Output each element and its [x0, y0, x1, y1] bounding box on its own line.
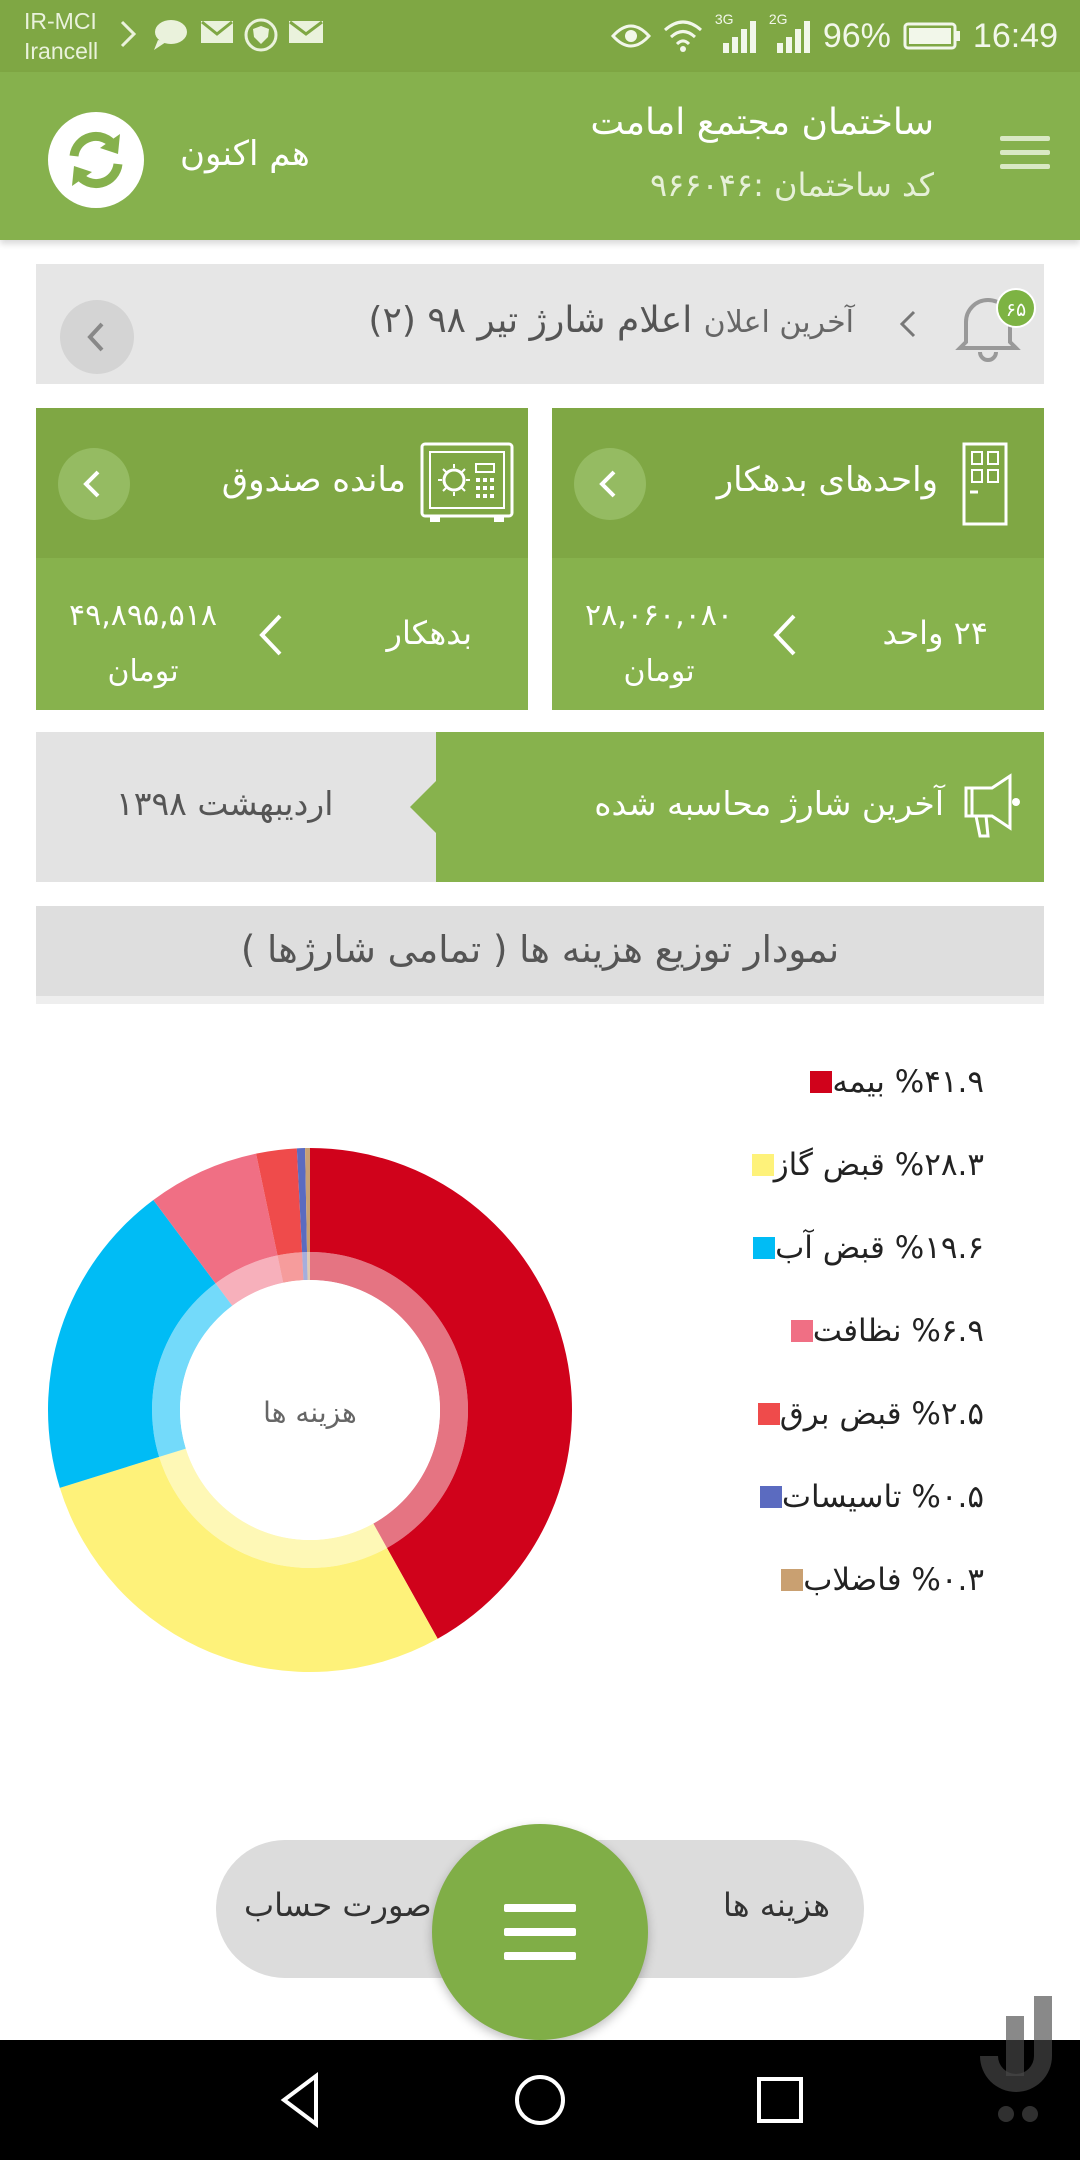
legend-item[interactable]: %۶.۹ نظافت: [664, 1289, 984, 1372]
fund-balance-amount: ۴۹,۸۹۵,۵۱۸ تومان: [58, 588, 228, 700]
legend-item[interactable]: %۰.۵ تاسیسات: [664, 1455, 984, 1538]
notification-badge: ۶۵: [996, 288, 1036, 328]
refresh-icon: [69, 132, 123, 188]
recents-nav-icon[interactable]: [750, 2070, 810, 2130]
fund-balance-amount-value: ۴۹,۸۹۵,۵۱۸: [69, 598, 217, 633]
wifi-icon: [663, 20, 702, 52]
silent-icon: [120, 20, 137, 48]
legend-item[interactable]: %۱۹.۶ قبض آب: [664, 1206, 984, 1289]
legend-item[interactable]: %۲۸.۳ قبض گاز: [664, 1123, 984, 1206]
chart-header: نمودار توزیع هزینه ها ( تمامی شارژها ): [36, 906, 1044, 1004]
shield-icon: [244, 18, 278, 52]
eye-icon: [610, 24, 651, 48]
announcement-bar[interactable]: آخرین اعلان اعلام شارژ تیر ۹۸ (۲) ۶۵: [36, 264, 1044, 384]
announcement-label: آخرین اعلان: [703, 305, 854, 340]
status-right: 3G 2G 96% 16:49: [610, 11, 1058, 60]
battery-icon: [903, 22, 960, 50]
legend-label: %۲۸.۳ قبض گاز: [773, 1146, 984, 1183]
legend-label: %۴۱.۹ بیمه: [832, 1063, 984, 1100]
announcement-title: اعلام شارژ تیر ۹۸ (۲): [368, 300, 693, 341]
legend-item[interactable]: %۲.۵ قبض برق: [664, 1372, 984, 1455]
last-charge-date: اردیبهشت ۱۳۹۸: [116, 784, 334, 823]
carrier-1: IR-MCI: [24, 8, 97, 34]
hamburger-menu-icon[interactable]: [1000, 136, 1050, 176]
sync-label: هم اکنون: [180, 134, 310, 174]
battery-percent: 96%: [822, 16, 891, 55]
fund-balance-card[interactable]: مانده صندوق بدهکار ۴۹,۸۹۵,۵۱۸ تومان: [36, 408, 528, 710]
debtor-units-arrow-button[interactable]: [574, 448, 646, 520]
debtor-units-body[interactable]: ۲۴ واحد ۲۸,۰۶۰,۰۸۰ تومان: [552, 558, 1044, 710]
legend-swatch: [753, 1236, 776, 1259]
megaphone-icon: [964, 773, 1020, 838]
back-nav-icon[interactable]: [272, 2070, 332, 2130]
last-charge-label-panel: آخرین شارژ محاسبه شده: [410, 732, 1044, 882]
legend-label: %۰.۳ فاضلاب: [803, 1561, 984, 1598]
legend-swatch: [751, 1153, 774, 1176]
debtor-units-title: واحدهای بدهکار: [716, 460, 938, 500]
fund-balance-title: مانده صندوق: [221, 460, 406, 500]
fund-balance-header[interactable]: مانده صندوق: [36, 408, 528, 558]
debtor-units-amount-value: ۲۸,۰۶۰,۰۸۰: [585, 598, 733, 633]
debtor-units-header[interactable]: واحدهای بدهکار: [552, 408, 1044, 558]
announcement-text: آخرین اعلان اعلام شارژ تیر ۹۸ (۲): [368, 300, 854, 341]
chart-title: نمودار توزیع هزینه ها ( تمامی شارژها ): [240, 928, 840, 971]
chevron-left-icon: [899, 310, 916, 338]
main-menu-fab[interactable]: [432, 1824, 648, 2040]
expense-donut-chart: هزینه ها: [48, 1148, 572, 1672]
legend-label: %۰.۵ تاسیسات: [781, 1478, 984, 1515]
statement-button[interactable]: صورت حساب: [244, 1886, 432, 1924]
fund-balance-status: بدهکار: [386, 614, 472, 652]
signal-icon-2: 2G: [769, 11, 811, 55]
debtor-units-card[interactable]: واحدهای بدهکار ۲۴ واحد ۲۸,۰۶۰,۰۸۰ تومان: [552, 408, 1044, 710]
legend-item[interactable]: %۴۱.۹ بیمه: [664, 1040, 984, 1123]
last-charge-title: آخرین شارژ محاسبه شده: [594, 784, 944, 823]
legend-label: %۲.۵ قبض برق: [779, 1395, 984, 1432]
fund-balance-body[interactable]: بدهکار ۴۹,۸۹۵,۵۱۸ تومان: [36, 558, 528, 710]
safe-icon: [420, 442, 514, 522]
status-bar: IR-MCI Irancell 3G 2G 96% 16:49: [0, 0, 1080, 72]
expenses-button[interactable]: هزینه ها: [723, 1886, 830, 1924]
signal-icon-1: 3G: [715, 11, 757, 55]
legend-swatch: [781, 1568, 804, 1591]
last-charge-bar[interactable]: آخرین شارژ محاسبه شده اردیبهشت ۱۳۹۸: [36, 732, 1044, 882]
fab-menu-icon-line: [504, 1928, 576, 1936]
home-nav-icon[interactable]: [510, 2070, 570, 2130]
chevron-left-icon: [259, 614, 282, 656]
legend-label: %۶.۹ نظافت: [812, 1312, 984, 1349]
legend-swatch: [757, 1402, 780, 1425]
system-nav-bar: [0, 1996, 1080, 2160]
announcement-back-button[interactable]: [60, 300, 134, 374]
watermark-logo-icon: [980, 1996, 1052, 2122]
fund-balance-arrow-button[interactable]: [58, 448, 130, 520]
debtor-units-amount: ۲۸,۰۶۰,۰۸۰ تومان: [574, 588, 744, 700]
app-bar: ساختمان مجتمع امامت کد ساختمان :۹۶۶۰۴۶ ه…: [0, 72, 1080, 240]
building-name: ساختمان مجتمع امامت: [590, 102, 934, 143]
carrier-labels: IR-MCI Irancell: [24, 6, 98, 66]
last-charge-pointer: [410, 781, 436, 833]
door-icon: [962, 442, 1008, 526]
legend-item[interactable]: %۰.۳ فاضلاب: [664, 1538, 984, 1621]
fund-balance-currency: تومان: [107, 654, 179, 689]
debtor-units-currency: تومان: [623, 654, 695, 689]
building-code: کد ساختمان :۹۶۶۰۴۶: [649, 166, 934, 204]
debtor-units-count: ۲۴ واحد: [882, 614, 988, 652]
mail-icon-2: [289, 20, 323, 43]
chat-icon: [154, 20, 187, 50]
carrier-2: Irancell: [24, 38, 99, 64]
chevron-left-icon: [87, 322, 104, 352]
sync-button[interactable]: [48, 112, 144, 208]
chevron-left-icon: [83, 470, 100, 498]
fab-menu-icon-line: [504, 1904, 576, 1912]
chart-legend: %۴۱.۹ بیمه %۲۸.۳ قبض گاز %۱۹.۶ قبض آب %۶.۹ …: [664, 1040, 984, 1621]
chevron-left-icon: [773, 614, 796, 656]
clock: 16:49: [972, 16, 1058, 55]
fab-menu-icon-line: [504, 1952, 576, 1960]
chevron-left-icon: [599, 470, 616, 498]
legend-swatch: [790, 1319, 813, 1342]
legend-label: %۱۹.۶ قبض آب: [775, 1229, 984, 1266]
legend-swatch: [759, 1485, 782, 1508]
legend-swatch: [810, 1070, 833, 1093]
mail-icon: [201, 20, 233, 43]
donut-center-label: هزینه ها: [263, 1396, 357, 1429]
